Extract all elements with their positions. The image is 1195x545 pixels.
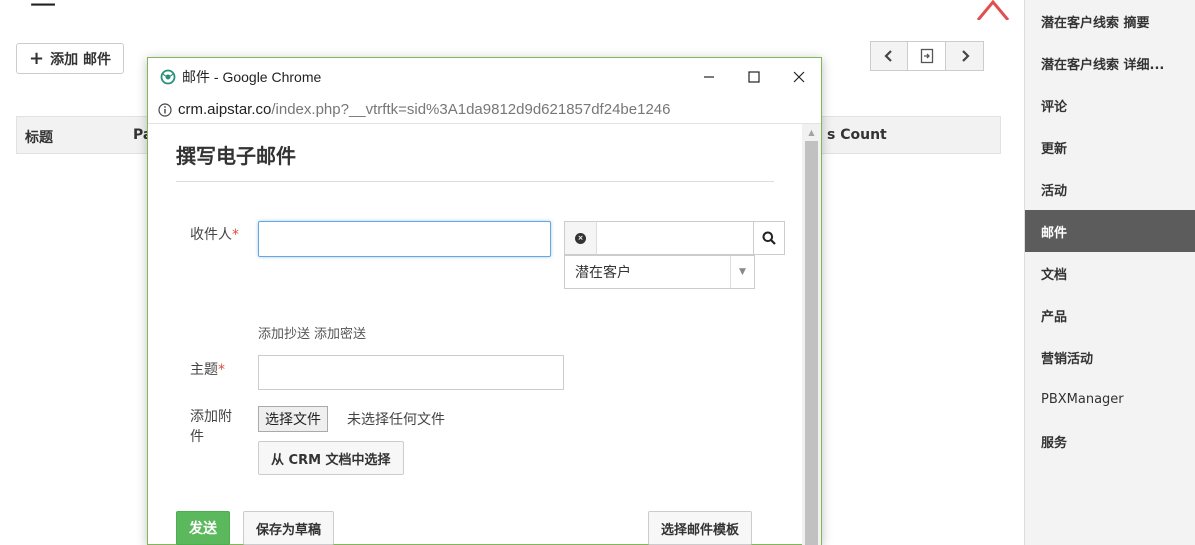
prev-page-button[interactable] bbox=[870, 41, 908, 71]
sidebar-item-campaigns[interactable]: 营销活动 bbox=[1025, 336, 1195, 378]
required-mark: * bbox=[218, 362, 225, 378]
minimize-icon bbox=[703, 76, 714, 78]
module-select-value: 潜在客户 bbox=[575, 265, 631, 281]
compose-title: 撰写电子邮件 bbox=[176, 140, 774, 182]
add-email-label: 添加 邮件 bbox=[50, 51, 111, 68]
to-input[interactable] bbox=[258, 221, 551, 257]
window-controls bbox=[686, 58, 821, 96]
scroll-up-icon[interactable]: ▲ bbox=[802, 124, 821, 140]
sidebar-item-updates[interactable]: 更新 bbox=[1025, 126, 1195, 168]
to-label: 收件人* bbox=[190, 227, 239, 243]
crm-page: 一 + 添加 邮件 标题 Pa s Count 潜在客户线索 摘要 潜在客户线索… bbox=[0, 0, 1195, 545]
module-select[interactable]: 潜在客户 ▼ bbox=[564, 255, 755, 289]
next-page-button[interactable] bbox=[946, 41, 984, 71]
sidebar-item-lead-summary[interactable]: 潜在客户线索 摘要 bbox=[1025, 0, 1195, 42]
no-file-text: 未选择任何文件 bbox=[347, 412, 445, 428]
top-caption-text: 一 bbox=[30, 0, 57, 22]
page-jump-button[interactable] bbox=[908, 41, 946, 71]
info-icon[interactable] bbox=[158, 102, 172, 117]
maximize-icon bbox=[747, 71, 760, 83]
close-icon bbox=[793, 71, 804, 83]
popup-titlebar[interactable]: 邮件 - Google Chrome bbox=[148, 58, 821, 96]
column-header-count[interactable]: s Count bbox=[827, 127, 887, 143]
sidebar-item-documents[interactable]: 文档 bbox=[1025, 252, 1195, 294]
popup-scrollbar[interactable]: ▲ bbox=[802, 124, 821, 545]
chevron-left-icon bbox=[884, 50, 892, 62]
popup-title: 邮件 - Google Chrome bbox=[160, 67, 321, 87]
related-sidebar: 潜在客户线索 摘要 潜在客户线索 详细... 评论 更新 活动 邮件 文档 产品… bbox=[1024, 0, 1195, 545]
app-logo-icon bbox=[160, 69, 176, 85]
subject-label: 主题* bbox=[190, 362, 225, 378]
address-bar[interactable]: crm.aipstar.co/index.php?__vtrftk=sid%3A… bbox=[148, 96, 821, 124]
search-icon bbox=[762, 231, 776, 245]
sidebar-item-pbxmanager[interactable]: PBXManager bbox=[1025, 378, 1195, 420]
required-mark: * bbox=[232, 227, 239, 243]
add-email-button[interactable]: + 添加 邮件 bbox=[16, 43, 124, 74]
choose-file-button[interactable]: 选择文件 bbox=[258, 406, 328, 432]
popup-title-text: 邮件 - Google Chrome bbox=[182, 69, 322, 85]
recipient-search-box[interactable] bbox=[596, 221, 754, 255]
clear-recipient-button[interactable]: × bbox=[564, 221, 596, 255]
sidebar-item-label: 文档 bbox=[1041, 267, 1068, 283]
sidebar-item-label: 服务 bbox=[1041, 435, 1068, 451]
chevron-right-icon bbox=[961, 50, 970, 62]
email-popup-window: 邮件 - Google Chrome crm.aipstar.co/index.… bbox=[147, 57, 822, 545]
annotation-arrow-icon bbox=[976, 0, 1010, 20]
url-host: crm.aipstar.co bbox=[178, 101, 272, 118]
maximize-button[interactable] bbox=[731, 58, 776, 96]
sidebar-item-label: 产品 bbox=[1041, 309, 1068, 325]
add-bcc-link[interactable]: 添加密送 bbox=[314, 327, 366, 342]
sidebar-item-services[interactable]: 服务 bbox=[1025, 420, 1195, 462]
sidebar-item-label: PBXManager bbox=[1041, 391, 1124, 407]
sidebar-item-label: 潜在客户线索 摘要 bbox=[1041, 15, 1150, 31]
minimize-button[interactable] bbox=[686, 58, 731, 96]
subject-input[interactable] bbox=[258, 355, 564, 390]
search-recipient-button[interactable] bbox=[753, 221, 785, 255]
cc-links: 添加抄送 添加密送 bbox=[258, 323, 366, 342]
send-button[interactable]: 发送 bbox=[176, 511, 230, 545]
page-jump-icon bbox=[920, 48, 933, 64]
caret-down-icon: ▼ bbox=[730, 256, 754, 288]
sidebar-item-label: 更新 bbox=[1041, 141, 1068, 157]
select-crm-document-button[interactable]: 从 CRM 文档中选择 bbox=[258, 441, 404, 475]
sidebar-item-emails[interactable]: 邮件 bbox=[1025, 210, 1195, 252]
sidebar-item-comments[interactable]: 评论 bbox=[1025, 84, 1195, 126]
plus-icon: + bbox=[29, 47, 45, 69]
save-draft-button[interactable]: 保存为草稿 bbox=[243, 511, 335, 545]
sidebar-item-label: 评论 bbox=[1041, 99, 1068, 115]
sidebar-item-activities[interactable]: 活动 bbox=[1025, 168, 1195, 210]
close-button[interactable] bbox=[776, 58, 821, 96]
sidebar-item-products[interactable]: 产品 bbox=[1025, 294, 1195, 336]
sidebar-item-label: 活动 bbox=[1041, 183, 1068, 199]
attach-label: 添加附件 bbox=[190, 409, 232, 445]
add-cc-link[interactable]: 添加抄送 bbox=[258, 327, 310, 342]
sidebar-item-lead-details[interactable]: 潜在客户线索 详细... bbox=[1025, 42, 1195, 84]
column-header-title[interactable]: 标题 bbox=[25, 127, 53, 147]
clear-icon: × bbox=[575, 232, 586, 244]
sidebar-item-label: 潜在客户线索 详细... bbox=[1041, 57, 1165, 73]
compose-form: 撰写电子邮件 收件人* × 潜在客户 ▼ 添加抄送 添加密送 主题* 添加附件 选… bbox=[148, 124, 803, 545]
url-path: /index.php?__vtrftk=sid%3A1da9812d9d6218… bbox=[271, 101, 671, 118]
pager bbox=[870, 41, 984, 71]
sidebar-item-label: 营销活动 bbox=[1041, 351, 1094, 367]
scroll-thumb[interactable] bbox=[805, 141, 818, 545]
top-caption: 一 bbox=[30, 0, 56, 23]
select-template-button[interactable]: 选择邮件模板 bbox=[648, 511, 753, 545]
sidebar-item-label: 邮件 bbox=[1041, 225, 1068, 241]
